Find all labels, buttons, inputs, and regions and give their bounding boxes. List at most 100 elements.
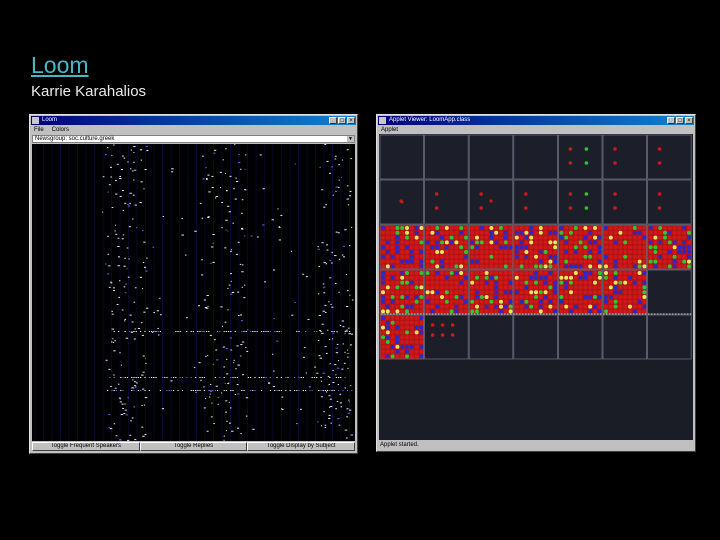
menu-file[interactable]: File bbox=[34, 126, 44, 134]
grid-cell[interactable] bbox=[468, 224, 514, 270]
grid-cell[interactable] bbox=[602, 269, 647, 315]
toggle-frequent-speakers-button[interactable]: Toggle Frequent Speakers bbox=[32, 442, 140, 451]
message-dot bbox=[319, 357, 322, 359]
grid-cell[interactable] bbox=[513, 314, 558, 360]
grid-divider bbox=[477, 313, 479, 315]
grid-divider bbox=[648, 313, 650, 315]
grid-cell[interactable] bbox=[424, 224, 469, 270]
grid-cell[interactable] bbox=[647, 134, 692, 180]
message-dot bbox=[142, 355, 145, 357]
message-dot bbox=[349, 195, 352, 197]
message-dot bbox=[215, 196, 219, 198]
message-dot bbox=[347, 356, 349, 358]
minimize-button[interactable]: _ bbox=[667, 117, 675, 124]
message-dot bbox=[322, 310, 325, 312]
applet-display-area[interactable] bbox=[379, 134, 693, 440]
grid-cell[interactable] bbox=[647, 224, 692, 270]
message-dot bbox=[208, 396, 211, 398]
message-dot bbox=[269, 377, 271, 378]
message-dot bbox=[325, 204, 327, 206]
message-dot bbox=[202, 155, 204, 157]
message-dot bbox=[132, 379, 134, 381]
grid-cell[interactable] bbox=[647, 179, 692, 225]
grid-cell[interactable] bbox=[379, 224, 424, 270]
grid-cell[interactable] bbox=[424, 314, 469, 360]
message-dot bbox=[130, 149, 132, 151]
slide-title[interactable]: Loom bbox=[31, 52, 89, 79]
message-dot bbox=[126, 377, 128, 378]
message-dot bbox=[114, 230, 116, 232]
message-dot bbox=[333, 331, 335, 332]
message-dot bbox=[111, 390, 113, 391]
message-dot bbox=[347, 290, 349, 292]
grid-cell[interactable] bbox=[647, 314, 692, 360]
grid-cell[interactable] bbox=[557, 314, 603, 360]
grid-cell[interactable] bbox=[602, 179, 647, 225]
maximize-button[interactable]: □ bbox=[676, 117, 684, 124]
message-dot bbox=[205, 307, 209, 309]
grid-cell[interactable] bbox=[424, 269, 469, 315]
grid-divider bbox=[525, 313, 527, 315]
message-dot bbox=[134, 385, 137, 387]
toggle-display-by-subject-button[interactable]: Toggle Display by Subject bbox=[247, 442, 356, 451]
grid-cell[interactable] bbox=[379, 134, 424, 180]
grid-cell[interactable] bbox=[647, 269, 692, 315]
loom-visualization-canvas[interactable] bbox=[32, 144, 355, 441]
message-dot bbox=[131, 390, 133, 391]
grid-cell[interactable] bbox=[602, 134, 647, 180]
message-dot bbox=[210, 246, 214, 248]
message-dot bbox=[107, 273, 110, 275]
grid-cell[interactable] bbox=[424, 134, 469, 180]
message-dot bbox=[201, 331, 203, 332]
grid-cell[interactable] bbox=[557, 134, 603, 180]
loom-window-titlebar[interactable]: Loom _ □ × bbox=[31, 116, 356, 125]
message-dot bbox=[316, 377, 318, 378]
grid-cell[interactable] bbox=[513, 224, 558, 270]
minimize-button[interactable]: _ bbox=[329, 117, 337, 124]
applet-window-titlebar[interactable]: Applet Viewer: LoomApp.class _ □ × bbox=[378, 116, 694, 125]
message-dot bbox=[327, 329, 329, 331]
message-dot bbox=[133, 152, 135, 154]
message-dot bbox=[162, 216, 164, 218]
chevron-down-icon[interactable]: ▼ bbox=[347, 136, 354, 142]
message-dot bbox=[324, 311, 327, 313]
grid-cell[interactable] bbox=[557, 179, 603, 225]
message-dot bbox=[129, 192, 132, 194]
message-dot bbox=[233, 359, 235, 361]
menu-colors[interactable]: Colors bbox=[52, 126, 69, 134]
grid-cell[interactable] bbox=[557, 269, 603, 315]
toggle-replies-button[interactable]: Toggle Replies bbox=[139, 442, 248, 451]
message-dot bbox=[222, 346, 226, 348]
grid-cell[interactable] bbox=[379, 269, 424, 315]
message-dot bbox=[133, 390, 135, 391]
message-dot bbox=[333, 390, 335, 391]
message-dot bbox=[126, 247, 129, 249]
message-dot bbox=[230, 377, 232, 378]
grid-cell[interactable] bbox=[513, 179, 558, 225]
message-dot bbox=[334, 364, 337, 366]
grid-cell[interactable] bbox=[468, 314, 514, 360]
close-button[interactable]: × bbox=[347, 117, 355, 124]
message-dot bbox=[207, 216, 210, 218]
maximize-button[interactable]: □ bbox=[338, 117, 346, 124]
menu-applet[interactable]: Applet bbox=[381, 126, 398, 134]
grid-cell[interactable] bbox=[468, 269, 514, 315]
message-dot bbox=[237, 364, 240, 366]
message-dot bbox=[329, 398, 332, 400]
grid-cell[interactable] bbox=[602, 314, 647, 360]
grid-divider bbox=[552, 313, 554, 315]
grid-cell[interactable] bbox=[513, 269, 558, 315]
newsgroup-select[interactable]: Newsgroup: soc.culture.greek ▼ bbox=[32, 135, 355, 143]
grid-cell[interactable] bbox=[513, 134, 558, 180]
message-dot bbox=[318, 390, 320, 391]
grid-cell[interactable] bbox=[379, 314, 424, 360]
grid-cell[interactable] bbox=[468, 134, 514, 180]
message-dot bbox=[328, 414, 331, 416]
message-dot bbox=[215, 349, 218, 351]
grid-cell[interactable] bbox=[424, 179, 469, 225]
grid-divider bbox=[666, 313, 668, 315]
grid-cell[interactable] bbox=[557, 224, 603, 270]
grid-cell[interactable] bbox=[602, 224, 647, 270]
message-dot bbox=[324, 304, 327, 306]
close-button[interactable]: × bbox=[685, 117, 693, 124]
